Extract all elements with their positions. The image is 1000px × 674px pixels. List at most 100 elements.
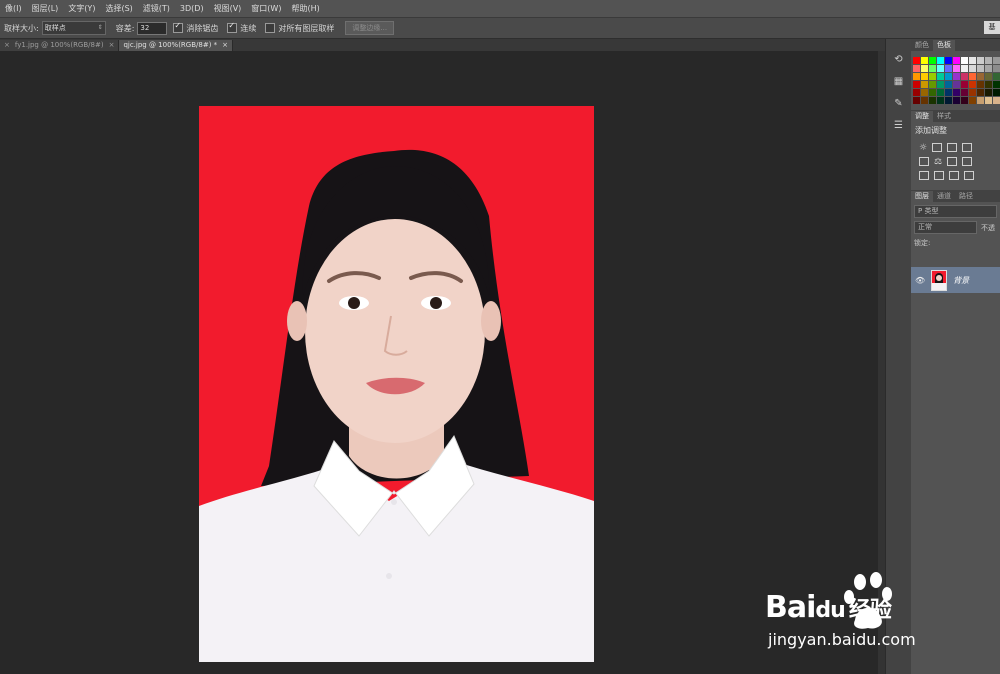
color-swatch[interactable] xyxy=(953,89,960,96)
menu-3d[interactable]: 3D(D) xyxy=(175,4,209,13)
visibility-eye-icon[interactable]: 👁 xyxy=(915,276,925,285)
menu-window[interactable]: 窗口(W) xyxy=(246,3,286,14)
vibrance-icon[interactable] xyxy=(919,157,929,166)
antialias-checkbox[interactable] xyxy=(173,21,184,33)
menu-view[interactable]: 视图(V) xyxy=(209,3,247,14)
color-swatch[interactable] xyxy=(929,57,936,64)
color-swatch[interactable] xyxy=(913,97,920,104)
color-swatch[interactable] xyxy=(945,97,952,104)
menu-help[interactable]: 帮助(H) xyxy=(286,3,324,14)
color-swatch[interactable] xyxy=(953,65,960,72)
color-swatch[interactable] xyxy=(977,73,984,80)
menu-select[interactable]: 选择(S) xyxy=(100,3,137,14)
contiguous-checkbox[interactable] xyxy=(227,21,238,33)
tab-color[interactable]: 颜色 xyxy=(911,40,933,51)
color-swatch[interactable] xyxy=(993,81,1000,88)
settings-icon[interactable]: ☰ xyxy=(891,119,906,133)
color-swatch[interactable] xyxy=(921,81,928,88)
color-swatch[interactable] xyxy=(961,89,968,96)
color-swatch[interactable] xyxy=(969,97,976,104)
color-swatch[interactable] xyxy=(993,73,1000,80)
layer-background-row[interactable]: 👁 背景 xyxy=(911,267,1000,293)
color-swatch[interactable] xyxy=(969,81,976,88)
color-swatch[interactable] xyxy=(961,65,968,72)
close-icon[interactable]: × xyxy=(222,40,228,51)
close-icon[interactable]: × xyxy=(4,40,10,51)
color-swatch[interactable] xyxy=(929,73,936,80)
color-swatch[interactable] xyxy=(913,73,920,80)
color-swatch[interactable] xyxy=(985,73,992,80)
tolerance-input[interactable]: 32 xyxy=(137,21,168,35)
exposure-icon[interactable] xyxy=(962,143,973,152)
color-swatch[interactable] xyxy=(953,73,960,80)
color-swatch[interactable] xyxy=(945,65,952,72)
menu-filter[interactable]: 滤镜(T) xyxy=(138,3,175,14)
color-swatch[interactable] xyxy=(937,73,944,80)
color-swatch[interactable] xyxy=(913,89,920,96)
color-swatch[interactable] xyxy=(937,65,944,72)
color-swatch[interactable] xyxy=(961,57,968,64)
color-swatch[interactable] xyxy=(945,81,952,88)
color-swatch[interactable] xyxy=(961,73,968,80)
color-swatch[interactable] xyxy=(953,57,960,64)
color-swatch[interactable] xyxy=(945,89,952,96)
curves-icon[interactable] xyxy=(947,143,958,152)
posterize-icon[interactable] xyxy=(934,171,944,180)
tab-layers[interactable]: 图层 xyxy=(911,191,933,202)
history-icon[interactable]: ⟲ xyxy=(891,53,906,67)
color-swatch[interactable] xyxy=(921,73,928,80)
tab-styles[interactable]: 样式 xyxy=(933,111,955,122)
color-swatch[interactable] xyxy=(929,89,936,96)
invert-icon[interactable] xyxy=(919,171,929,180)
color-swatch[interactable] xyxy=(945,73,952,80)
color-swatch[interactable] xyxy=(985,97,992,104)
color-swatch[interactable] xyxy=(985,65,992,72)
tab-fy1[interactable]: × fy1.jpg @ 100%(RGB/8#) × xyxy=(0,40,120,51)
color-swatch[interactable] xyxy=(945,57,952,64)
color-swatch[interactable] xyxy=(985,57,992,64)
threshold-icon[interactable] xyxy=(949,171,959,180)
sample-size-select[interactable]: 取样点 ⇕ xyxy=(41,21,106,35)
portrait-photo[interactable] xyxy=(199,106,594,662)
color-swatch[interactable] xyxy=(929,81,936,88)
color-swatch[interactable] xyxy=(977,89,984,96)
color-swatch[interactable] xyxy=(969,89,976,96)
menu-layer[interactable]: 图层(L) xyxy=(27,3,64,14)
menu-type[interactable]: 文字(Y) xyxy=(63,3,100,14)
all-layers-checkbox[interactable] xyxy=(265,23,276,33)
workspace-button[interactable]: 基 xyxy=(984,21,1000,34)
gradient-map-icon[interactable] xyxy=(964,171,974,180)
color-swatch[interactable] xyxy=(921,89,928,96)
color-swatch[interactable] xyxy=(961,81,968,88)
tab-adjustments[interactable]: 调整 xyxy=(911,111,933,122)
color-swatch[interactable] xyxy=(913,57,920,64)
tab-qjc[interactable]: qjc.jpg @ 100%(RGB/8#) * × xyxy=(119,40,234,51)
color-swatch[interactable] xyxy=(969,73,976,80)
properties-icon[interactable]: ▦ xyxy=(891,75,906,89)
tab-paths[interactable]: 路径 xyxy=(955,191,977,202)
color-swatch[interactable] xyxy=(953,81,960,88)
color-swatch[interactable] xyxy=(969,65,976,72)
tab-channels[interactable]: 通道 xyxy=(933,191,955,202)
color-swatch[interactable] xyxy=(913,65,920,72)
brush-icon[interactable]: ✎ xyxy=(891,97,906,111)
close-icon[interactable]: × xyxy=(109,40,115,51)
black-white-icon[interactable] xyxy=(947,157,958,166)
balance-icon[interactable]: ⚖ xyxy=(934,157,942,167)
photo-filter-icon[interactable] xyxy=(962,157,973,166)
color-swatch[interactable] xyxy=(985,89,992,96)
tab-swatches[interactable]: 色板 xyxy=(933,40,955,51)
refine-edge-button[interactable]: 调整边缘... xyxy=(345,21,395,35)
menu-image[interactable]: 像(I) xyxy=(0,3,27,14)
color-swatch[interactable] xyxy=(993,97,1000,104)
blend-mode-select[interactable]: 正常 xyxy=(914,221,977,234)
color-swatch[interactable] xyxy=(953,97,960,104)
color-swatch[interactable] xyxy=(929,97,936,104)
color-swatch[interactable] xyxy=(961,97,968,104)
color-swatch[interactable] xyxy=(921,97,928,104)
levels-icon[interactable] xyxy=(932,143,943,152)
color-swatch[interactable] xyxy=(937,81,944,88)
color-swatch[interactable] xyxy=(993,89,1000,96)
color-swatch[interactable] xyxy=(977,57,984,64)
color-swatch[interactable] xyxy=(937,97,944,104)
